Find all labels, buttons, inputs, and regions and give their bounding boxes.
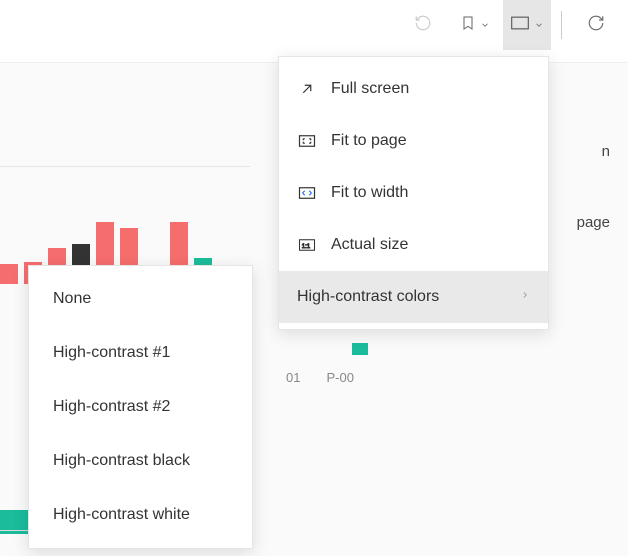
actual-size-icon: 1:1 <box>297 235 317 255</box>
page-view-icon <box>510 15 530 35</box>
chevron-down-icon <box>480 17 490 34</box>
axis-label: 01 <box>286 370 300 385</box>
menu-label: High-contrast colors <box>297 288 439 306</box>
hc-option-white[interactable]: High-contrast white <box>29 488 252 542</box>
chart-bar <box>0 264 18 284</box>
reset-icon <box>414 14 432 36</box>
menu-label: None <box>53 290 91 308</box>
menu-label: High-contrast white <box>53 506 190 524</box>
refresh-icon <box>587 14 605 36</box>
menu-label: Fit to page <box>331 132 407 150</box>
menu-item-high-contrast[interactable]: High-contrast colors <box>279 271 548 323</box>
hc-option-black[interactable]: High-contrast black <box>29 434 252 488</box>
text-fragment: page <box>577 214 610 231</box>
menu-item-full-screen[interactable]: Full screen <box>279 63 548 115</box>
menu-label: High-contrast black <box>53 452 190 470</box>
hc-option-none[interactable]: None <box>29 272 252 326</box>
toolbar <box>0 0 628 50</box>
axis-labels: 01 P-00 <box>286 370 354 385</box>
bookmark-button[interactable] <box>451 0 499 50</box>
reset-button[interactable] <box>399 0 447 50</box>
svg-text:1:1: 1:1 <box>302 244 311 250</box>
menu-label: Fit to width <box>331 184 408 202</box>
view-menu: Full screen Fit to page Fit to width 1:1… <box>278 56 549 330</box>
separator <box>561 11 562 39</box>
view-button[interactable] <box>503 0 551 50</box>
menu-label: Actual size <box>331 236 408 254</box>
menu-item-fit-to-width[interactable]: Fit to width <box>279 167 548 219</box>
chevron-right-icon <box>520 288 530 306</box>
divider <box>0 166 250 167</box>
menu-label: Full screen <box>331 80 409 98</box>
fit-to-width-icon <box>297 183 317 203</box>
menu-label: High-contrast #1 <box>53 344 170 362</box>
hc-option-2[interactable]: High-contrast #2 <box>29 380 252 434</box>
bookmark-icon <box>460 13 476 37</box>
legend-swatch <box>352 343 368 355</box>
chevron-down-icon <box>534 17 544 34</box>
menu-item-actual-size[interactable]: 1:1 Actual size <box>279 219 548 271</box>
high-contrast-submenu: None High-contrast #1 High-contrast #2 H… <box>28 265 253 549</box>
hc-option-1[interactable]: High-contrast #1 <box>29 326 252 380</box>
full-screen-icon <box>297 79 317 99</box>
refresh-button[interactable] <box>572 0 620 50</box>
menu-item-fit-to-page[interactable]: Fit to page <box>279 115 548 167</box>
text-fragment: n <box>602 143 610 160</box>
fit-to-page-icon <box>297 131 317 151</box>
menu-label: High-contrast #2 <box>53 398 170 416</box>
axis-label: P-00 <box>326 370 353 385</box>
